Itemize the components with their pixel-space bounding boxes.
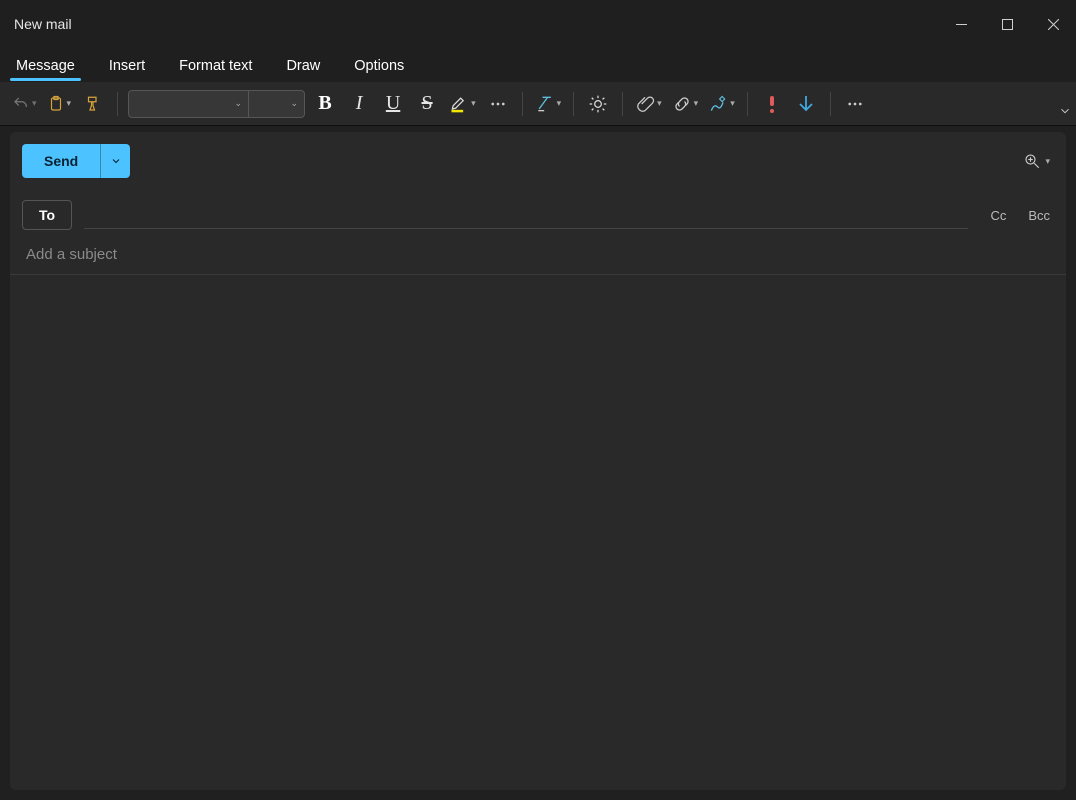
to-button[interactable]: To: [22, 200, 72, 230]
body-input[interactable]: [26, 287, 1050, 778]
close-button[interactable]: [1030, 0, 1076, 48]
tab-insert[interactable]: Insert: [103, 54, 151, 82]
separator: [622, 92, 623, 116]
chevron-down-icon: [1058, 104, 1072, 118]
to-input[interactable]: [84, 201, 968, 229]
chevron-down-icon: ⌄: [235, 98, 243, 109]
link-icon: [672, 94, 692, 114]
body-area: [10, 275, 1066, 790]
send-button[interactable]: Send: [22, 144, 130, 178]
paperclip-icon: [635, 94, 655, 114]
format-painter-button[interactable]: [79, 88, 107, 120]
cc-button[interactable]: Cc: [990, 208, 1006, 223]
separator: [747, 92, 748, 116]
pen-icon: [708, 94, 728, 114]
link-button[interactable]: ▾: [670, 88, 701, 120]
undo-icon: [12, 95, 30, 113]
bcc-button[interactable]: Bcc: [1028, 208, 1050, 223]
low-importance-button[interactable]: [792, 88, 820, 120]
undo-button[interactable]: ▾: [10, 88, 39, 120]
chevron-down-icon: ▾: [1045, 156, 1050, 167]
subject-row: [10, 236, 1066, 275]
chevron-down-icon: ▾: [67, 98, 72, 109]
bold-button[interactable]: B: [311, 88, 339, 120]
separator: [573, 92, 574, 116]
paste-button[interactable]: ▾: [45, 88, 74, 120]
italic-button[interactable]: I: [345, 88, 373, 120]
high-importance-button[interactable]: [758, 88, 786, 120]
strikethrough-button[interactable]: S: [413, 88, 441, 120]
tab-draw[interactable]: Draw: [280, 54, 326, 82]
highlight-button[interactable]: ▾: [447, 88, 478, 120]
ribbon: ▾ ▾ ⌄ ⌄ B I U S ▾ ▾ ▾: [0, 82, 1076, 126]
subject-input[interactable]: [26, 246, 1050, 263]
clear-format-icon: [535, 94, 555, 114]
chevron-down-icon: ▾: [471, 98, 476, 109]
italic-icon: I: [356, 92, 363, 115]
strikethrough-icon: S: [422, 92, 433, 115]
minimize-button[interactable]: [938, 0, 984, 48]
highlighter-icon: [449, 94, 469, 114]
send-row: Send ▾: [10, 132, 1066, 190]
chevron-down-icon: ▾: [730, 98, 735, 109]
more-options-button[interactable]: [841, 88, 869, 120]
to-row: To Cc Bcc: [10, 190, 1066, 236]
chevron-down-icon: ▾: [694, 98, 699, 109]
compose-panel: Send ▾ To Cc Bcc: [10, 132, 1066, 790]
window-controls: [938, 0, 1076, 48]
send-label: Send: [22, 153, 100, 169]
chevron-down-icon: ▾: [657, 98, 662, 109]
separator: [117, 92, 118, 116]
ribbon-tabs: Message Insert Format text Draw Options: [0, 48, 1076, 82]
sun-icon: [588, 94, 608, 114]
separator: [830, 92, 831, 116]
bold-icon: B: [318, 92, 331, 115]
more-formatting-button[interactable]: [484, 88, 512, 120]
maximize-button[interactable]: [984, 0, 1030, 48]
chevron-down-icon: ⌄: [291, 98, 299, 109]
window-title: New mail: [14, 16, 72, 32]
signature-button[interactable]: ▾: [706, 88, 737, 120]
chevron-down-icon: ▾: [557, 98, 562, 109]
font-family-select[interactable]: ⌄: [129, 91, 249, 117]
tab-message[interactable]: Message: [10, 54, 81, 82]
underline-icon: U: [386, 92, 400, 115]
titlebar: New mail: [0, 0, 1076, 48]
clear-formatting-button[interactable]: ▾: [533, 88, 564, 120]
attach-button[interactable]: ▾: [633, 88, 664, 120]
font-size-select[interactable]: ⌄: [249, 91, 304, 117]
arrow-down-icon: [797, 94, 815, 114]
chevron-down-icon: [110, 155, 122, 167]
font-controls: ⌄ ⌄: [128, 90, 305, 118]
send-options-button[interactable]: [100, 144, 130, 178]
ellipsis-icon: [489, 95, 507, 113]
ellipsis-icon: [846, 95, 864, 113]
exclamation-icon: [764, 94, 780, 114]
dark-mode-toggle-button[interactable]: [584, 88, 612, 120]
zoom-icon: [1023, 152, 1041, 170]
tab-format-text[interactable]: Format text: [173, 54, 258, 82]
chevron-down-icon: ▾: [32, 98, 37, 109]
minimize-icon: [956, 19, 967, 30]
zoom-button[interactable]: ▾: [1023, 152, 1050, 170]
maximize-icon: [1002, 19, 1013, 30]
paintbrush-icon: [84, 95, 102, 113]
underline-button[interactable]: U: [379, 88, 407, 120]
tab-options[interactable]: Options: [348, 54, 410, 82]
separator: [522, 92, 523, 116]
expand-ribbon-button[interactable]: [1058, 104, 1072, 123]
close-icon: [1048, 19, 1059, 30]
clipboard-icon: [47, 95, 65, 113]
